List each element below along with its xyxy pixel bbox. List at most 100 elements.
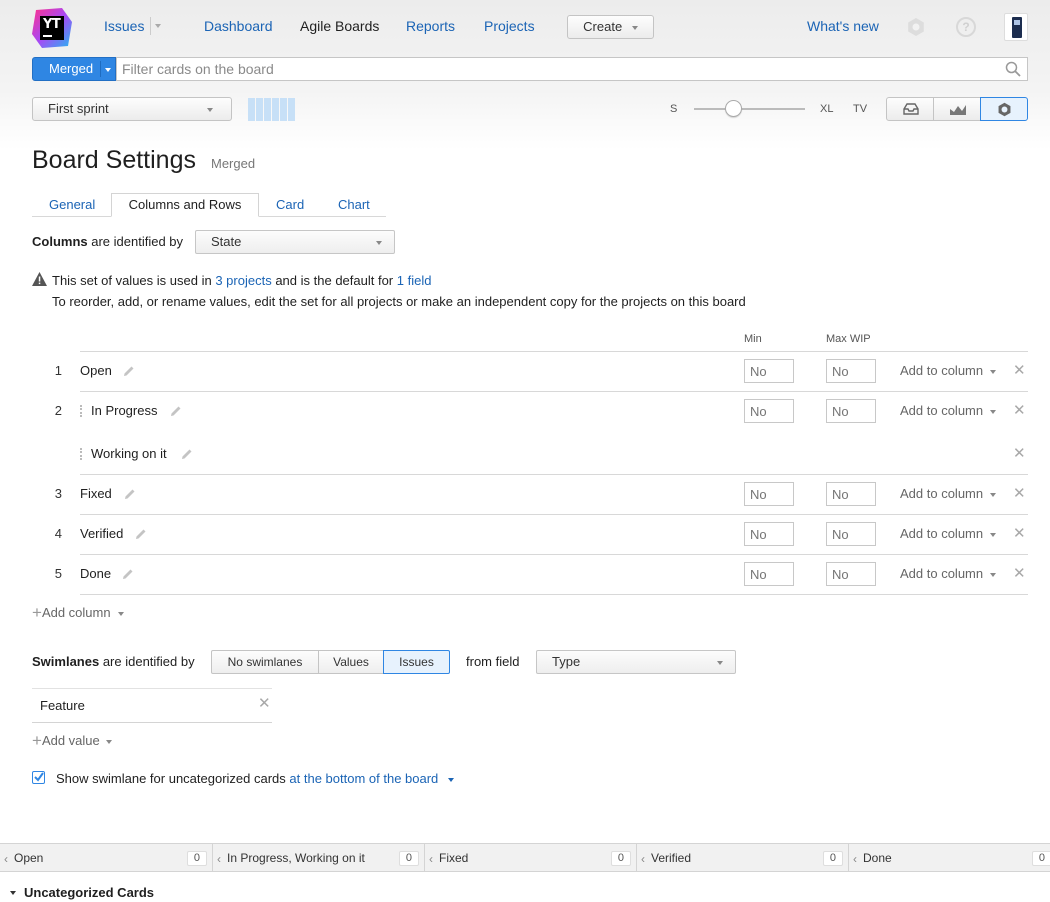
- swimlane-option-issues[interactable]: Issues: [383, 650, 450, 674]
- show-uncategorized-checkbox[interactable]: [32, 771, 45, 784]
- nav-projects[interactable]: Projects: [484, 18, 535, 34]
- max-wip-input[interactable]: [826, 522, 876, 546]
- max-wip-input[interactable]: [826, 359, 876, 383]
- warning-icon: [32, 272, 47, 286]
- remove-icon[interactable]: ✕: [1013, 446, 1026, 461]
- uncategorized-swimlane-title[interactable]: Uncategorized Cards: [24, 885, 154, 900]
- remove-icon[interactable]: ✕: [1013, 363, 1026, 378]
- add-to-column-dropdown[interactable]: Add to column: [900, 403, 996, 418]
- add-column-button[interactable]: +Add column: [32, 603, 125, 623]
- remove-icon[interactable]: ✕: [1013, 486, 1026, 501]
- tab-chart[interactable]: Chart: [338, 197, 370, 212]
- collapse-swimlane-icon[interactable]: [10, 891, 16, 895]
- sprint-select[interactable]: First sprint: [32, 97, 232, 121]
- search-input[interactable]: [117, 58, 997, 80]
- board-selector-button[interactable]: Merged: [32, 57, 116, 81]
- swimlane-field-select[interactable]: Type: [536, 650, 736, 674]
- column-number: 1: [54, 363, 62, 378]
- collapse-column-icon[interactable]: ‹: [853, 852, 857, 866]
- uncategorized-position-dropdown[interactable]: at the bottom of the board: [289, 771, 438, 786]
- edit-pencil-icon[interactable]: [170, 405, 182, 417]
- swimlane-value-name: Feature: [40, 698, 85, 713]
- projects-link[interactable]: 3 projects: [215, 273, 271, 288]
- min-header: Min: [744, 333, 762, 345]
- drag-handle-icon[interactable]: [80, 448, 83, 460]
- search-icon[interactable]: [1005, 61, 1021, 80]
- chart-button[interactable]: [933, 97, 981, 121]
- page-title: Board Settings: [32, 146, 196, 174]
- backlog-button[interactable]: [886, 97, 934, 121]
- add-value-button[interactable]: +Add value: [32, 731, 113, 751]
- tab-card[interactable]: Card: [276, 197, 304, 212]
- field-link[interactable]: 1 field: [397, 273, 432, 288]
- column-name: In Progress: [91, 403, 158, 418]
- add-to-column-dropdown[interactable]: Add to column: [900, 486, 996, 501]
- card-count-badge: 0: [610, 851, 631, 866]
- min-input[interactable]: [744, 359, 794, 383]
- collapse-column-icon[interactable]: ‹: [641, 852, 645, 866]
- tab-columns-and-rows[interactable]: Columns and Rows: [111, 193, 259, 217]
- add-to-column-dropdown[interactable]: Add to column: [900, 566, 996, 581]
- column-name: Verified: [80, 526, 124, 541]
- nav-whats-new[interactable]: What's new: [807, 18, 879, 34]
- nav-dashboard[interactable]: Dashboard: [204, 18, 273, 34]
- add-to-column-dropdown[interactable]: Add to column: [900, 363, 996, 378]
- help-icon[interactable]: ?: [956, 17, 976, 37]
- nav-agile-boards[interactable]: Agile Boards: [300, 18, 379, 34]
- max-wip-input[interactable]: [826, 482, 876, 506]
- edit-pencil-icon[interactable]: [135, 528, 147, 540]
- add-to-column-dropdown[interactable]: Add to column: [900, 526, 996, 541]
- remove-icon[interactable]: ✕: [1013, 403, 1026, 418]
- chevron-down-icon: [989, 369, 996, 374]
- remove-icon[interactable]: ✕: [1013, 566, 1026, 581]
- collapse-column-icon[interactable]: ‹: [4, 852, 8, 866]
- settings-gear-icon: [998, 102, 1011, 117]
- settings-gear-icon[interactable]: [906, 17, 926, 37]
- remove-icon[interactable]: ✕: [258, 696, 271, 711]
- card-size-small-label: S: [670, 103, 678, 115]
- edit-pencil-icon[interactable]: [124, 488, 136, 500]
- sprint-progress-bars[interactable]: [248, 98, 296, 121]
- columns-field-select[interactable]: State: [195, 230, 395, 254]
- min-input[interactable]: [744, 522, 794, 546]
- board-column-header[interactable]: ‹ Open 0: [0, 844, 213, 872]
- max-wip-header: Max WIP: [826, 333, 871, 345]
- card-count-badge: 0: [398, 851, 419, 866]
- min-input[interactable]: [744, 562, 794, 586]
- swimlanes-identified-label: Swimlanes are identified by: [32, 654, 195, 669]
- board-columns-header: ‹ Open 0 ‹ In Progress, Working on it 0 …: [0, 843, 1050, 872]
- create-label: Create: [583, 19, 623, 34]
- board-column-header[interactable]: ‹ Done 0: [849, 844, 1050, 872]
- min-input[interactable]: [744, 482, 794, 506]
- remove-icon[interactable]: ✕: [1013, 526, 1026, 541]
- edit-pencil-icon[interactable]: [181, 448, 193, 460]
- board-settings-button[interactable]: [980, 97, 1028, 121]
- min-input[interactable]: [744, 399, 794, 423]
- board-column-header[interactable]: ‹ Verified 0: [637, 844, 849, 872]
- max-wip-input[interactable]: [826, 562, 876, 586]
- create-button[interactable]: Create: [567, 15, 654, 39]
- chevron-down-icon[interactable]: [447, 777, 454, 782]
- youtrack-logo[interactable]: YT: [32, 8, 72, 48]
- nav-reports[interactable]: Reports: [406, 18, 455, 34]
- card-size-slider-thumb[interactable]: [725, 100, 743, 117]
- tv-mode-button[interactable]: TV: [853, 103, 867, 115]
- edit-pencil-icon[interactable]: [122, 568, 134, 580]
- collapse-column-icon[interactable]: ‹: [217, 852, 221, 866]
- issues-dropdown-icon[interactable]: [155, 24, 161, 28]
- search-field[interactable]: [116, 57, 1028, 81]
- card-count-badge: 0: [822, 851, 843, 866]
- board-column-header[interactable]: ‹ In Progress, Working on it 0: [213, 844, 425, 872]
- drag-handle-icon[interactable]: [80, 405, 83, 417]
- tab-general[interactable]: General: [49, 197, 95, 212]
- max-wip-input[interactable]: [826, 399, 876, 423]
- swimlane-option-values[interactable]: Values: [318, 650, 384, 674]
- board-column-header[interactable]: ‹ Fixed 0: [425, 844, 637, 872]
- collapse-column-icon[interactable]: ‹: [429, 852, 433, 866]
- swimlane-option-no-swimlanes[interactable]: No swimlanes: [211, 650, 319, 674]
- nav-issues[interactable]: Issues: [104, 18, 144, 34]
- card-size-slider-track[interactable]: [694, 108, 805, 110]
- edit-pencil-icon[interactable]: [123, 365, 135, 377]
- column-name: Open: [80, 363, 112, 378]
- user-avatar[interactable]: [1004, 13, 1028, 41]
